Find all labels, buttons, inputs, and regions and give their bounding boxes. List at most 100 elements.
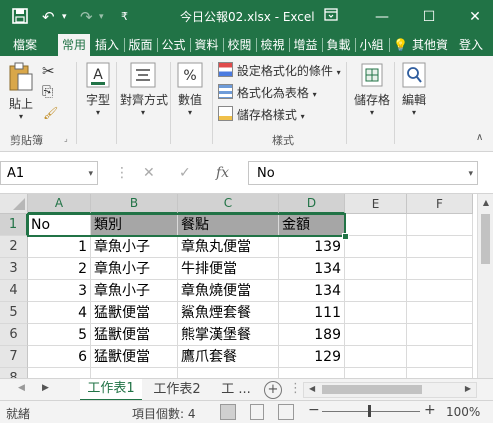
cell-d6[interactable]: 189 (279, 324, 345, 346)
editing-button[interactable]: 編輯 ▾ (398, 62, 430, 124)
cell-f6[interactable] (407, 324, 473, 346)
cell-f2[interactable] (407, 236, 473, 258)
tab-file[interactable]: 檔案 (8, 34, 42, 56)
cell-f5[interactable] (407, 302, 473, 324)
cell-f1[interactable] (407, 214, 473, 236)
cell-a3[interactable]: 2 (28, 258, 91, 280)
cell-c1[interactable]: 餐點 (178, 214, 279, 236)
vertical-scrollbar[interactable]: ▲ (477, 194, 493, 378)
chevron-down-icon[interactable]: ▾ (398, 108, 430, 117)
collapse-ribbon-icon[interactable]: ∧ (476, 132, 483, 143)
cell-d1[interactable]: 金額 (279, 214, 345, 236)
cell-c7[interactable]: 鷹爪套餐 (178, 346, 279, 368)
chevron-down-icon[interactable]: ▾ (120, 108, 166, 117)
cell-e2[interactable] (345, 236, 407, 258)
alignment-button[interactable]: 對齊方式 ▾ (120, 62, 168, 124)
tab-formulas[interactable]: 公式 (159, 34, 188, 56)
column-header-a[interactable]: A (28, 194, 91, 214)
row-header-8[interactable]: 8 (0, 368, 28, 378)
cell-c5[interactable]: 鯊魚煙套餐 (178, 302, 279, 324)
restore-button[interactable]: ☐ (418, 8, 440, 26)
chevron-down-icon[interactable]: ▾ (88, 162, 93, 186)
cell-d2[interactable]: 139 (279, 236, 345, 258)
tab-review[interactable]: 校閱 (225, 34, 254, 56)
cell-a5[interactable]: 4 (28, 302, 91, 324)
tell-me-search[interactable]: 其他資 (409, 34, 451, 56)
chevron-down-icon[interactable]: ▾ (352, 108, 392, 117)
cell-d3[interactable]: 134 (279, 258, 345, 280)
cell-e1[interactable] (345, 214, 407, 236)
tab-team[interactable]: 小組 (357, 34, 386, 56)
cell-d8[interactable] (279, 368, 345, 378)
cell-b1[interactable]: 類別 (91, 214, 178, 236)
format-painter-icon[interactable]: 🖌 (43, 106, 58, 120)
lightbulb-icon[interactable]: 💡 (393, 34, 408, 56)
cut-icon[interactable]: ✂ (42, 62, 55, 80)
expand-formula-icon[interactable]: ▾ (468, 162, 473, 186)
chevron-down-icon[interactable]: ▾ (84, 108, 112, 117)
cell-f4[interactable] (407, 280, 473, 302)
scroll-up-icon[interactable]: ▲ (478, 198, 493, 207)
cell-b5[interactable]: 猛獸便當 (91, 302, 178, 324)
minimize-button[interactable]: — (371, 8, 393, 26)
page-layout-icon[interactable] (250, 404, 264, 420)
cell-a7[interactable]: 6 (28, 346, 91, 368)
cell-e6[interactable] (345, 324, 407, 346)
column-header-d[interactable]: D (279, 194, 345, 214)
drag-handle-icon[interactable]: ⋮ (289, 381, 302, 396)
undo-icon[interactable]: ↶ (42, 8, 55, 26)
cell-e3[interactable] (345, 258, 407, 280)
cell-c4[interactable]: 章魚燒便當 (178, 280, 279, 302)
font-button[interactable]: A 字型 ▾ (84, 62, 112, 124)
ribbon-display-icon[interactable] (320, 8, 342, 26)
customize-icon[interactable]: ₹ (121, 8, 128, 26)
sheet-tab-1[interactable]: 工作表1 (80, 379, 142, 401)
cell-d5[interactable]: 111 (279, 302, 345, 324)
chevron-down-icon[interactable]: ▾ (99, 8, 104, 26)
cell-b4[interactable]: 章魚小子 (91, 280, 178, 302)
column-header-e[interactable]: E (345, 194, 407, 214)
row-header-6[interactable]: 6 (0, 324, 28, 346)
copy-icon[interactable]: ⎘ (42, 84, 53, 100)
enter-icon[interactable]: ✓ (179, 161, 191, 185)
cell-e4[interactable] (345, 280, 407, 302)
tab-layout[interactable]: 版面 (126, 34, 155, 56)
row-header-3[interactable]: 3 (0, 258, 28, 280)
conditional-formatting-button[interactable]: 設定格式化的條件 ▾ (218, 62, 341, 79)
cell-d4[interactable]: 134 (279, 280, 345, 302)
save-icon[interactable] (12, 8, 28, 28)
cell-a8[interactable] (28, 368, 91, 378)
redo-icon[interactable]: ↷ (80, 8, 93, 26)
sheet-next-icon[interactable]: ▶ (42, 383, 49, 393)
zoom-level[interactable]: 100% (446, 405, 480, 419)
drag-handle-icon[interactable]: ⋮ (115, 161, 129, 185)
row-header-2[interactable]: 2 (0, 236, 28, 258)
tab-view[interactable]: 檢視 (258, 34, 287, 56)
sheet-prev-icon[interactable]: ◀ (18, 383, 25, 393)
paste-button[interactable]: 貼上 ▾ (6, 62, 36, 124)
cell-f3[interactable] (407, 258, 473, 280)
scroll-left-icon[interactable]: ◀ (309, 384, 315, 393)
fill-handle[interactable] (342, 233, 349, 240)
zoom-in-icon[interactable]: + (424, 402, 436, 418)
cell-e8[interactable] (345, 368, 407, 378)
chevron-down-icon[interactable]: ▾ (62, 8, 67, 26)
close-button[interactable]: ✕ (464, 8, 486, 26)
tab-insert[interactable]: 插入 (92, 34, 122, 56)
chevron-down-icon[interactable]: ▾ (6, 112, 36, 121)
cell-b6[interactable]: 猛獸便當 (91, 324, 178, 346)
insert-function-icon[interactable]: fx (216, 161, 229, 185)
chevron-down-icon[interactable]: ▾ (174, 108, 206, 117)
cell-f8[interactable] (407, 368, 473, 378)
zoom-thumb[interactable] (368, 405, 371, 417)
cell-d7[interactable]: 129 (279, 346, 345, 368)
cell-a2[interactable]: 1 (28, 236, 91, 258)
number-button[interactable]: % 數值 ▾ (174, 62, 206, 124)
normal-view-icon[interactable] (220, 404, 236, 420)
cell-e5[interactable] (345, 302, 407, 324)
page-break-icon[interactable] (278, 404, 294, 420)
cell-a1[interactable]: No (28, 214, 91, 236)
cell-b7[interactable]: 猛獸便當 (91, 346, 178, 368)
cell-a4[interactable]: 3 (28, 280, 91, 302)
row-header-5[interactable]: 5 (0, 302, 28, 324)
